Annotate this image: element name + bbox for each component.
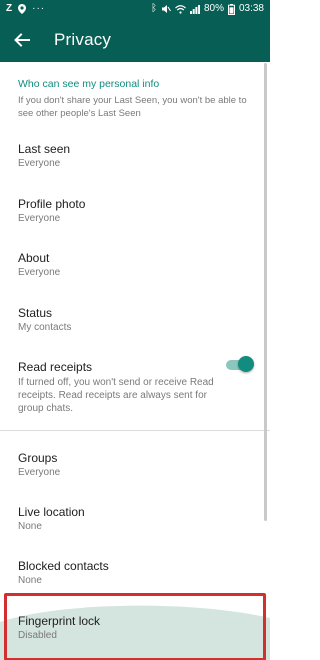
section-heading: Who can see my personal info [18, 78, 160, 90]
setting-blocked-contacts[interactable]: Blocked contacts None [0, 559, 270, 589]
bluetooth-icon: ᛒ [150, 3, 157, 14]
setting-value: None [18, 575, 42, 586]
status-bar-left: Z ··· [6, 0, 45, 18]
page-title: Privacy [54, 30, 112, 49]
setting-profile-photo[interactable]: Profile photo Everyone [0, 197, 270, 227]
setting-title: Blocked contacts [18, 559, 109, 573]
battery-icon [227, 3, 235, 15]
mute-icon [161, 5, 171, 13]
setting-value: Everyone [18, 158, 61, 169]
divider [0, 430, 270, 431]
setting-live-location[interactable]: Live location None [0, 505, 270, 535]
highlight-box [4, 593, 266, 660]
setting-value: Everyone [18, 213, 61, 224]
more-dots-icon: ··· [32, 3, 46, 14]
setting-title: Read receipts [18, 360, 93, 374]
wifi-icon [175, 4, 186, 14]
setting-read-receipts[interactable]: Read receipts If turned off, you won't s… [0, 356, 270, 420]
clock: 03:38 [238, 3, 264, 14]
app-bar: Privacy [0, 18, 270, 62]
back-button[interactable] [10, 28, 34, 52]
setting-about[interactable]: About Everyone [0, 251, 270, 281]
location-pin-icon [18, 4, 27, 14]
setting-description: If turned off, you won't send or receive… [18, 377, 214, 414]
status-bar: Z ··· ᛒ 80% 03:38 [0, 0, 270, 18]
setting-last-seen[interactable]: Last seen Everyone [0, 142, 270, 172]
battery-percent: 80% [203, 3, 224, 14]
setting-status[interactable]: Status My contacts [0, 306, 270, 336]
setting-value: Everyone [18, 467, 61, 478]
setting-title: Groups [18, 451, 58, 465]
setting-title: Status [18, 306, 53, 320]
setting-groups[interactable]: Groups Everyone [0, 451, 270, 481]
status-bar-right: ᛒ 80% 03:38 [151, 0, 264, 18]
signal-icon [189, 4, 200, 14]
scrollbar[interactable] [264, 63, 267, 521]
section-note: If you don't share your Last Seen, you w… [18, 95, 247, 119]
setting-value: Everyone [18, 267, 61, 278]
setting-value: None [18, 521, 42, 532]
read-receipts-toggle[interactable] [226, 354, 254, 376]
setting-value: My contacts [18, 322, 72, 333]
setting-title: Profile photo [18, 197, 86, 211]
setting-title: About [18, 251, 50, 265]
z-icon: Z [6, 3, 13, 14]
setting-title: Last seen [18, 142, 71, 156]
privacy-settings-list: Who can see my personal info If you don'… [0, 62, 270, 660]
setting-title: Live location [18, 505, 85, 519]
toggle-thumb [238, 356, 254, 372]
arrow-left-icon [14, 33, 30, 47]
